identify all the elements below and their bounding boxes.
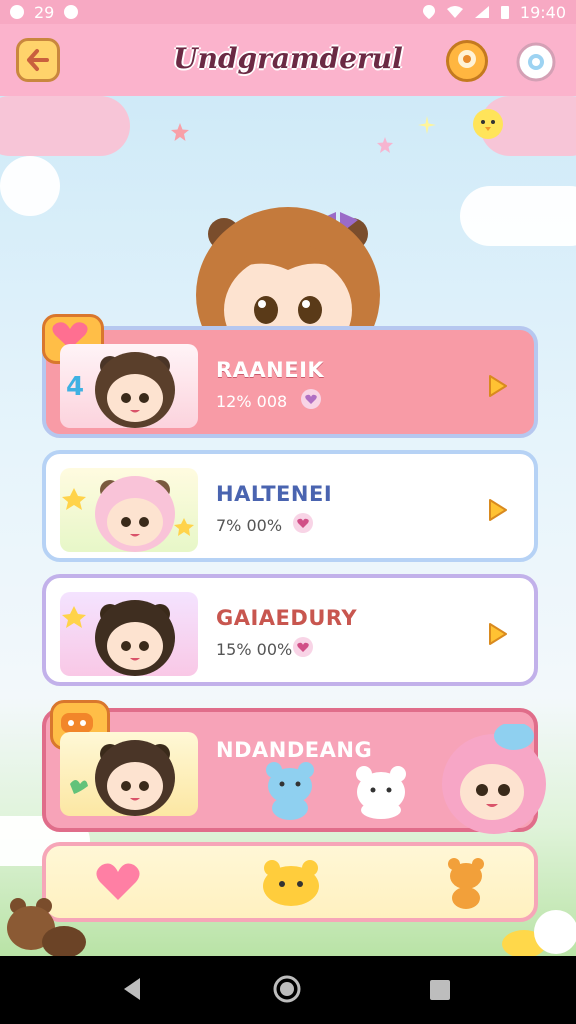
navigation-bar: [0, 956, 576, 1024]
card-stat: 15% 00%: [216, 640, 293, 659]
cloud-decoration: [0, 96, 130, 156]
card-stat: 7% 00%: [216, 516, 283, 535]
character-card-2[interactable]: HALTENEI 7% 00%: [42, 450, 538, 562]
signal-icon: [474, 6, 489, 18]
card-name: NDANDEANG: [216, 738, 373, 762]
chat-bubble-icon: [458, 50, 476, 68]
wifi-icon: [446, 6, 463, 18]
toy-tray: [42, 842, 538, 922]
back-button[interactable]: [16, 38, 60, 82]
card-name: RAANEIK: [216, 358, 325, 382]
star-icon: [377, 137, 393, 153]
chevron-right-icon: [489, 623, 507, 645]
pink-hair-character-illustration: [442, 724, 546, 834]
card-name: HALTENEI: [216, 482, 333, 506]
heart-badge-icon: [293, 637, 313, 657]
background-scene: 4 RAANEIK 12% 008 HALTENEI 7% 00% GAIAED…: [0, 96, 576, 956]
info-icon: [64, 5, 79, 19]
back-arrow-icon: [27, 49, 49, 71]
character-portrait: [60, 592, 198, 676]
card-badge-number: 4: [66, 372, 85, 402]
brown-bear-icon: [7, 898, 86, 956]
yellow-bear-icon[interactable]: [260, 858, 322, 908]
character-card-1[interactable]: 4 RAANEIK 12% 008: [42, 314, 538, 438]
back-nav-icon[interactable]: [120, 976, 144, 1002]
settings-button[interactable]: [514, 40, 558, 84]
battery-icon: [500, 6, 509, 19]
blue-bear-icon: [266, 762, 314, 820]
cloud-decoration: [0, 156, 60, 216]
status-left-text: 29: [34, 2, 55, 22]
chick-icon: [473, 109, 503, 139]
gear-icon: [516, 42, 556, 82]
status-bar: 29 19:40: [0, 0, 576, 24]
star-icon: [171, 123, 189, 141]
cloud-decoration: [460, 186, 576, 246]
white-bear-icon: [356, 766, 406, 819]
card-stat: 12% 008: [216, 392, 288, 411]
notification-icon: [10, 5, 24, 19]
location-icon: [422, 5, 435, 19]
sparkle-icon: [418, 116, 436, 134]
card-name: GAIAEDURY: [216, 606, 358, 630]
chat-button[interactable]: [446, 40, 488, 82]
heart-badge-icon: [293, 513, 313, 533]
character-card-4[interactable]: NDANDEANG: [42, 700, 546, 834]
chevron-right-icon: [489, 499, 507, 521]
white-bear-icon: [502, 910, 576, 956]
home-nav-icon[interactable]: [272, 974, 302, 1004]
heart-badge-icon: [301, 389, 321, 409]
heart-icon[interactable]: [94, 860, 142, 904]
recents-nav-icon[interactable]: [428, 978, 452, 1002]
app-title: Undgramderul: [173, 42, 403, 75]
chevron-right-icon: [489, 375, 507, 397]
status-time: 19:40: [519, 2, 566, 22]
orange-bear-icon[interactable]: [444, 856, 488, 910]
app-bar: Undgramderul: [0, 24, 576, 96]
character-portrait: [60, 468, 198, 552]
character-card-3[interactable]: GAIAEDURY 15% 00%: [42, 574, 538, 686]
character-portrait: [60, 732, 198, 816]
